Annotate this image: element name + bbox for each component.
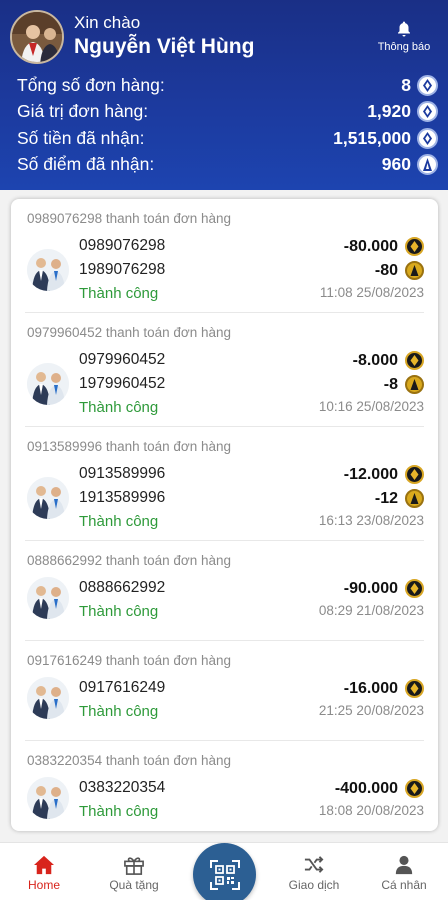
- coin-icon: [417, 74, 438, 96]
- list-item[interactable]: 0917616249 thanh toán đơn hàng 091761624…: [25, 641, 424, 741]
- stat-label: Giá trị đơn hàng:: [17, 101, 149, 122]
- stat-row-points-received: Số điểm đã nhận: 960: [17, 152, 438, 179]
- shuffle-icon: [304, 856, 324, 873]
- amount: -12.000: [343, 466, 398, 483]
- timestamp: 18:08 20/08/2023: [318, 803, 424, 818]
- points: -80: [374, 262, 398, 279]
- coin-icon: [405, 351, 424, 370]
- stat-value: 1,920: [367, 101, 411, 122]
- status-text: Thành công: [79, 603, 159, 620]
- amount: -80.000: [343, 238, 398, 255]
- phone-number: 0917616249: [79, 679, 166, 696]
- home-icon: [34, 855, 54, 875]
- nav-gifts-label: Quà tặng: [109, 878, 159, 892]
- gift-icon: [124, 857, 144, 875]
- merchant-avatar: [27, 777, 69, 819]
- transaction-title: 0383220354 thanh toán đơn hàng: [27, 753, 232, 768]
- coin-icon: [405, 465, 424, 484]
- account-number: 1979960452: [79, 375, 166, 392]
- point-icon: [417, 154, 438, 176]
- transaction-title: 0989076298 thanh toán đơn hàng: [27, 211, 232, 226]
- merchant-avatar: [27, 577, 69, 619]
- nav-transactions-label: Giao dịch: [288, 878, 340, 892]
- notification-button[interactable]: Thông báo: [374, 20, 434, 53]
- list-item[interactable]: 0989076298 thanh toán đơn hàng 098907629…: [25, 199, 424, 313]
- transaction-list[interactable]: 0989076298 thanh toán đơn hàng 098907629…: [11, 199, 438, 831]
- account-number: 1989076298: [79, 261, 166, 278]
- transaction-title: 0913589996 thanh toán đơn hàng: [27, 439, 232, 454]
- coin-icon: [405, 579, 424, 598]
- points: -8: [383, 376, 398, 393]
- nav-profile[interactable]: Cá nhân: [364, 855, 444, 892]
- phone-number: 0888662992: [79, 579, 166, 596]
- status-text: Thành công: [79, 399, 159, 416]
- transaction-title: 0979960452 thanh toán đơn hàng: [27, 325, 232, 340]
- nav-home-label: Home: [27, 878, 60, 892]
- transaction-title: 0888662992 thanh toán đơn hàng: [27, 553, 232, 568]
- stat-label: Số điểm đã nhận:: [17, 154, 155, 175]
- timestamp: 11:08 25/08/2023: [319, 285, 424, 300]
- stat-row-orders: Tổng số đơn hàng: 8: [17, 72, 438, 99]
- amount: -8.000: [352, 352, 398, 369]
- coin-icon: [405, 779, 424, 798]
- transaction-title: 0917616249 thanh toán đơn hàng: [27, 653, 232, 668]
- qr-scan-icon: [209, 859, 240, 890]
- coin-icon: [405, 237, 424, 256]
- phone-number: 0989076298: [79, 237, 166, 254]
- timestamp: 16:13 23/08/2023: [318, 513, 424, 528]
- user-icon: [395, 855, 413, 875]
- merchant-avatar: [27, 363, 69, 405]
- stat-value: 1,515,000: [333, 127, 411, 148]
- list-item[interactable]: 0913589996 thanh toán đơn hàng 091358999…: [25, 427, 424, 541]
- stats-panel: Tổng số đơn hàng: 8 Giá trị đơn hàng: 1,…: [17, 72, 438, 178]
- coin-icon: [405, 679, 424, 698]
- stat-value: 8: [401, 74, 411, 95]
- qr-scan-button[interactable]: [193, 843, 256, 900]
- points: -12: [374, 490, 398, 507]
- merchant-avatar: [27, 249, 69, 291]
- list-item[interactable]: 0979960452 thanh toán đơn hàng 097996045…: [25, 313, 424, 427]
- amount: -400.000: [334, 780, 398, 797]
- point-icon: [405, 375, 424, 394]
- list-item[interactable]: 0383220354 thanh toán đơn hàng 038322035…: [25, 741, 424, 831]
- status-text: Thành công: [79, 703, 159, 720]
- bell-icon: [398, 21, 410, 37]
- timestamp: 10:16 25/08/2023: [318, 399, 424, 414]
- timestamp: 08:29 21/08/2023: [318, 603, 424, 618]
- user-name: Nguyễn Việt Hùng: [74, 35, 255, 58]
- stat-row-money-received: Số tiền đã nhận: 1,515,000: [17, 125, 438, 152]
- phone-number: 0913589996: [79, 465, 166, 482]
- point-icon: [405, 489, 424, 508]
- phone-number: 0383220354: [79, 779, 166, 796]
- amount: -16.000: [343, 680, 398, 697]
- stat-label: Tổng số đơn hàng:: [17, 74, 165, 95]
- status-text: Thành công: [79, 803, 159, 820]
- point-icon: [405, 261, 424, 280]
- amount: -90.000: [343, 580, 398, 597]
- phone-number: 0979960452: [79, 351, 166, 368]
- list-item[interactable]: 0888662992 thanh toán đơn hàng 088866299…: [25, 541, 424, 641]
- nav-transactions[interactable]: Giao dịch: [274, 855, 354, 892]
- timestamp: 21:25 20/08/2023: [318, 703, 424, 718]
- greeting-text: Xin chào: [74, 13, 141, 32]
- notification-label: Thông báo: [377, 41, 431, 53]
- merchant-avatar: [27, 477, 69, 519]
- nav-home[interactable]: Home: [4, 855, 84, 892]
- merchant-avatar: [27, 677, 69, 719]
- header: Xin chào Nguyễn Việt Hùng Thông báo Tổng…: [0, 0, 448, 190]
- coin-icon: [417, 101, 438, 123]
- account-number: 1913589996: [79, 489, 166, 506]
- coin-icon: [417, 127, 438, 149]
- status-text: Thành công: [79, 285, 159, 302]
- stat-label: Số tiền đã nhận:: [17, 127, 145, 148]
- stat-row-order-value: Giá trị đơn hàng: 1,920: [17, 99, 438, 126]
- stat-value: 960: [381, 154, 411, 175]
- status-text: Thành công: [79, 513, 159, 530]
- user-avatar[interactable]: [10, 10, 64, 64]
- nav-profile-label: Cá nhân: [381, 878, 427, 892]
- nav-gifts[interactable]: Quà tặng: [94, 855, 174, 892]
